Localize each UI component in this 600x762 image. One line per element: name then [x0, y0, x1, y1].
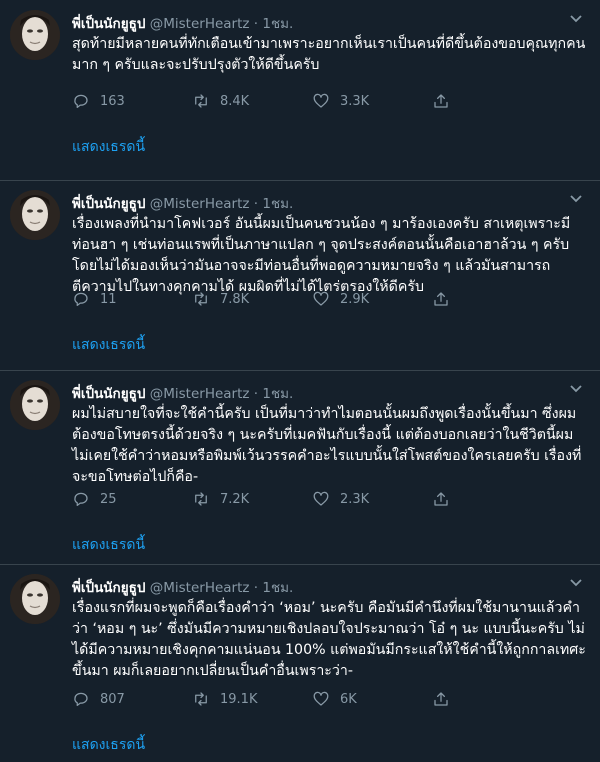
separator-dot: ·: [253, 386, 259, 402]
tweet[interactable]: พี่เป็นนักยูธูป @MisterHeartz · 1ชม. สุด…: [0, 0, 600, 181]
retweet-icon: [195, 492, 207, 506]
tweet-actions: 25 7.2K 2.3K: [72, 488, 532, 510]
more-options-chevron-icon[interactable]: [566, 8, 586, 28]
tweet-header: พี่เป็นนักยูธูป @MisterHeartz · 1ชม.: [72, 382, 293, 404]
retweet-icon: [195, 692, 207, 706]
reply-button[interactable]: 11: [72, 288, 192, 310]
more-options-chevron-icon[interactable]: [566, 572, 586, 592]
masked-face-avatar-icon: [10, 574, 60, 624]
display-name[interactable]: พี่เป็นนักยูธูป: [72, 580, 145, 596]
heart-icon: [313, 291, 329, 306]
more-options-chevron-icon[interactable]: [566, 188, 586, 208]
timestamp[interactable]: 1ชม.: [262, 196, 293, 212]
tweet-actions: 807 19.1K 6K: [72, 688, 532, 710]
reply-button[interactable]: 807: [72, 688, 192, 710]
retweet-button[interactable]: 7.2K: [192, 488, 312, 510]
reply-count: 25: [100, 491, 117, 507]
avatar[interactable]: [10, 190, 60, 240]
retweet-count: 19.1K: [220, 691, 258, 707]
show-thread-link[interactable]: แสดงเธรดนี้: [72, 534, 145, 556]
like-button[interactable]: 2.3K: [312, 488, 432, 510]
reply-count: 11: [100, 291, 117, 307]
heart-icon: [313, 93, 329, 108]
like-count: 3.3K: [340, 93, 370, 109]
heart-icon: [313, 691, 329, 706]
retweet-button[interactable]: 19.1K: [192, 688, 312, 710]
tweet-header: พี่เป็นนักยูธูป @MisterHeartz · 1ชม.: [72, 192, 293, 214]
reply-icon: [74, 292, 88, 307]
reply-button[interactable]: 25: [72, 488, 192, 510]
reply-icon: [74, 492, 88, 507]
separator-dot: ·: [253, 196, 259, 212]
like-button[interactable]: 3.3K: [312, 90, 432, 112]
reply-button[interactable]: 163: [72, 90, 192, 112]
tweet-text: ผมไม่สบายใจที่จะใช้คำนี้ครับ เป็นที่มาว่…: [72, 406, 582, 485]
tweet-actions: 11 7.8K 2.9K: [72, 288, 532, 310]
like-count: 2.3K: [340, 491, 370, 507]
retweet-count: 7.2K: [220, 491, 250, 507]
display-name[interactable]: พี่เป็นนักยูธูป: [72, 16, 145, 32]
user-handle[interactable]: @MisterHeartz: [150, 196, 250, 212]
share-button[interactable]: [432, 90, 472, 112]
show-thread-link[interactable]: แสดงเธรดนี้: [72, 136, 145, 158]
display-name[interactable]: พี่เป็นนักยูธูป: [72, 196, 145, 212]
share-button[interactable]: [432, 688, 472, 710]
like-count: 2.9K: [340, 291, 370, 307]
share-icon: [434, 692, 448, 706]
retweet-button[interactable]: 8.4K: [192, 90, 312, 112]
timestamp[interactable]: 1ชม.: [262, 580, 293, 596]
retweet-count: 8.4K: [220, 93, 250, 109]
retweet-button[interactable]: 7.8K: [192, 288, 312, 310]
tweet[interactable]: พี่เป็นนักยูธูป @MisterHeartz · 1ชม. เรื…: [0, 564, 600, 762]
tweet-header: พี่เป็นนักยูธูป @MisterHeartz · 1ชม.: [72, 576, 293, 598]
share-icon: [434, 94, 448, 108]
tweet[interactable]: พี่เป็นนักยูธูป @MisterHeartz · 1ชม. เรื…: [0, 180, 600, 371]
retweet-icon: [195, 292, 207, 306]
show-thread-link[interactable]: แสดงเธรดนี้: [72, 734, 145, 756]
avatar[interactable]: [10, 574, 60, 624]
avatar[interactable]: [10, 10, 60, 60]
tweet-text: เรื่องแรกที่ผมจะพูดก็คือเรื่องคำว่า ‘หอม…: [72, 600, 586, 679]
user-handle[interactable]: @MisterHeartz: [150, 580, 250, 596]
tweet-text: เรื่องเพลงที่นำมาโคฟเวอร์ อันนี้ผมเป็นคน…: [72, 216, 571, 295]
share-icon: [434, 492, 448, 506]
heart-icon: [313, 491, 329, 506]
retweet-icon: [195, 94, 207, 108]
reply-count: 163: [100, 93, 125, 109]
show-thread-link[interactable]: แสดงเธรดนี้: [72, 334, 145, 356]
display-name[interactable]: พี่เป็นนักยูธูป: [72, 386, 145, 402]
tweet-header: พี่เป็นนักยูธูป @MisterHeartz · 1ชม.: [72, 12, 293, 34]
timestamp[interactable]: 1ชม.: [262, 386, 293, 402]
masked-face-avatar-icon: [10, 190, 60, 240]
like-button[interactable]: 2.9K: [312, 288, 432, 310]
avatar[interactable]: [10, 380, 60, 430]
tweet-actions: 163 8.4K 3.3K: [72, 90, 532, 112]
separator-dot: ·: [253, 580, 259, 596]
user-handle[interactable]: @MisterHeartz: [150, 386, 250, 402]
tweet[interactable]: พี่เป็นนักยูธูป @MisterHeartz · 1ชม. ผมไ…: [0, 370, 600, 565]
reply-icon: [74, 692, 88, 707]
share-button[interactable]: [432, 488, 472, 510]
share-button[interactable]: [432, 288, 472, 310]
retweet-count: 7.8K: [220, 291, 250, 307]
tweet-text: สุดท้ายมีหลายคนที่ทักเตือนเข้ามาเพราะอยา…: [72, 36, 586, 73]
timestamp[interactable]: 1ชม.: [262, 16, 293, 32]
like-count: 6K: [340, 691, 357, 707]
reply-icon: [74, 94, 88, 109]
more-options-chevron-icon[interactable]: [566, 378, 586, 398]
reply-count: 807: [100, 691, 125, 707]
like-button[interactable]: 6K: [312, 688, 432, 710]
share-icon: [434, 292, 448, 306]
masked-face-avatar-icon: [10, 380, 60, 430]
separator-dot: ·: [253, 16, 259, 32]
tweet-feed: พี่เป็นนักยูธูป @MisterHeartz · 1ชม. สุด…: [0, 0, 600, 762]
masked-face-avatar-icon: [10, 10, 60, 60]
user-handle[interactable]: @MisterHeartz: [150, 16, 250, 32]
